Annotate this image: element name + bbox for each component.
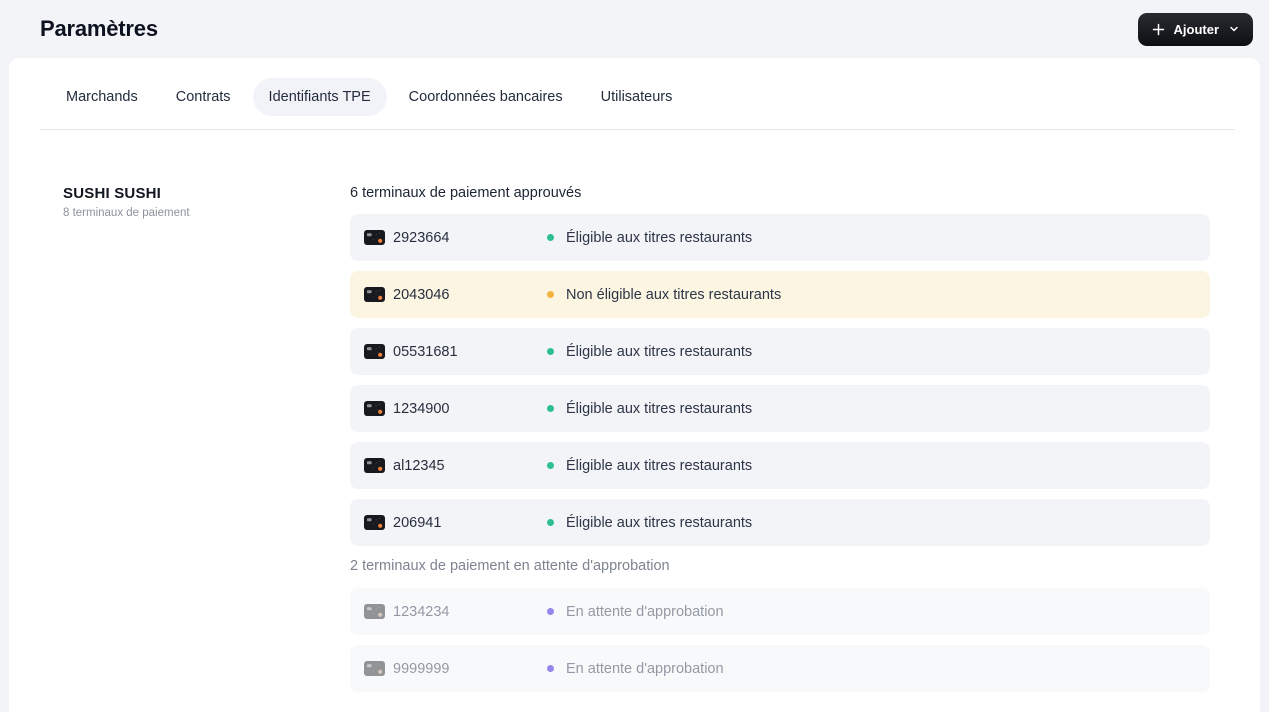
terminal-id-cell: 2043046 <box>364 287 547 303</box>
pending-terminal-list: 1234234 En attente d'approbation 9999999… <box>350 588 1210 692</box>
merchant-subtitle: 8 terminaux de paiement <box>63 207 190 219</box>
payment-card-icon <box>364 515 385 530</box>
terminal-status: Éligible aux titres restaurants <box>566 457 753 474</box>
terminal-id: 1234234 <box>393 603 450 620</box>
merchant-panel: SUSHI SUSHI 8 terminaux de paiement <box>63 185 350 702</box>
tabs: Marchands Contrats Identifiants TPE Coor… <box>9 58 1260 116</box>
pending-section-heading: 2 terminaux de paiement en attente d'app… <box>350 558 670 574</box>
tab-label: Contrats <box>175 89 231 105</box>
terminal-row[interactable]: 05531681 Éligible aux titres restaurants <box>350 328 1210 375</box>
terminal-id: 9999999 <box>393 660 450 677</box>
approved-terminal-list: 2923664 Éligible aux titres restaurants … <box>350 214 1210 546</box>
terminal-id: 1234900 <box>393 400 450 417</box>
terminal-id: 2043046 <box>393 286 450 303</box>
tab-label: Coordonnées bancaires <box>408 89 563 105</box>
payment-card-icon <box>364 458 385 473</box>
tab-identifiants-tpe[interactable]: Identifiants TPE <box>252 78 387 116</box>
payment-card-icon <box>364 230 385 245</box>
tab-marchands[interactable]: Marchands <box>50 78 154 116</box>
plus-icon <box>1152 23 1165 36</box>
tab-coordonnées-bancaires[interactable]: Coordonnées bancaires <box>393 78 579 116</box>
terminal-status: Non éligible aux titres restaurants <box>566 286 782 303</box>
terminal-row[interactable]: 1234234 En attente d'approbation <box>350 588 1210 635</box>
payment-card-icon <box>364 287 385 302</box>
payment-card-icon <box>364 661 385 676</box>
status-dot-icon <box>547 665 554 672</box>
payment-card-icon <box>364 604 385 619</box>
status-dot-icon <box>547 519 554 526</box>
tab-utilisateurs[interactable]: Utilisateurs <box>585 78 689 116</box>
merchant-name: SUSHI SUSHI <box>63 185 162 202</box>
approved-section-heading: 6 terminaux de paiement approuvés <box>350 185 582 201</box>
terminal-id-cell: 9999999 <box>364 661 547 677</box>
terminal-status: Éligible aux titres restaurants <box>566 514 753 531</box>
tab-label: Utilisateurs <box>600 89 673 105</box>
status-dot-icon <box>547 608 554 615</box>
terminal-id: 05531681 <box>393 343 458 360</box>
terminal-row[interactable]: 1234900 Éligible aux titres restaurants <box>350 385 1210 432</box>
terminal-id-cell: al12345 <box>364 458 547 474</box>
status-dot-icon <box>547 405 554 412</box>
terminal-row[interactable]: al12345 Éligible aux titres restaurants <box>350 442 1210 489</box>
content: SUSHI SUSHI 8 terminaux de paiement 6 te… <box>9 130 1260 702</box>
status-dot-icon <box>547 462 554 469</box>
status-dot-icon <box>547 234 554 241</box>
terminal-status: Éligible aux titres restaurants <box>566 343 753 360</box>
terminal-row[interactable]: 206941 Éligible aux titres restaurants <box>350 499 1210 546</box>
payment-card-icon <box>364 401 385 416</box>
top-bar: Paramètres Ajouter <box>0 0 1269 58</box>
terminal-id: 2923664 <box>393 229 450 246</box>
terminal-id-cell: 1234900 <box>364 401 547 417</box>
status-dot-icon <box>547 348 554 355</box>
chevron-down-icon <box>1228 23 1240 35</box>
tab-label: Marchands <box>66 89 138 105</box>
settings-card: Marchands Contrats Identifiants TPE Coor… <box>9 58 1260 712</box>
page-title: Paramètres <box>40 16 158 41</box>
terminals-panel: 6 terminaux de paiement approuvés 292366… <box>350 185 1210 702</box>
terminal-status: En attente d'approbation <box>566 660 724 677</box>
tab-label: Identifiants TPE <box>268 89 371 105</box>
terminal-id: al12345 <box>393 457 445 474</box>
status-dot-icon <box>547 291 554 298</box>
terminal-id-cell: 1234234 <box>364 604 547 620</box>
add-button[interactable]: Ajouter <box>1137 12 1253 46</box>
terminal-id-cell: 05531681 <box>364 344 547 360</box>
terminal-row[interactable]: 2043046 Non éligible aux titres restaura… <box>350 271 1210 318</box>
terminal-id-cell: 206941 <box>364 515 547 531</box>
terminal-row[interactable]: 2923664 Éligible aux titres restaurants <box>350 214 1210 261</box>
terminal-status: Éligible aux titres restaurants <box>566 400 753 417</box>
tab-contrats[interactable]: Contrats <box>160 78 247 116</box>
terminal-id-cell: 2923664 <box>364 230 547 246</box>
add-button-label: Ajouter <box>1173 21 1220 37</box>
terminal-status: En attente d'approbation <box>566 603 724 620</box>
payment-card-icon <box>364 344 385 359</box>
terminal-row[interactable]: 9999999 En attente d'approbation <box>350 645 1210 692</box>
terminal-id: 206941 <box>393 514 442 531</box>
terminal-status: Éligible aux titres restaurants <box>566 229 753 246</box>
